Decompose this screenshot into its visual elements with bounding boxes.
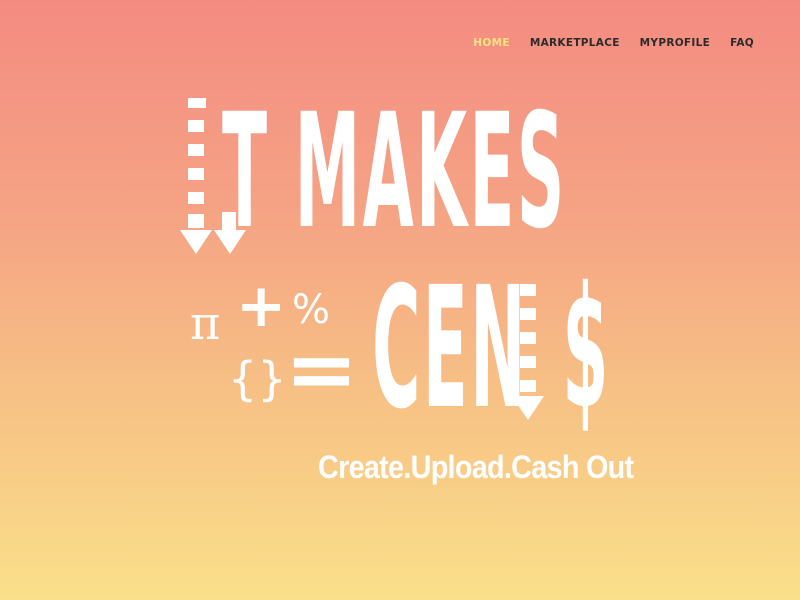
pi-symbol: π <box>190 296 221 350</box>
braces-symbol: {} <box>228 352 287 406</box>
hero-logo: T MAKES π + % {} = CEN $ Create.Upload.Ca… <box>0 0 800 600</box>
equals-symbol: = <box>284 323 359 416</box>
headline-cen: CEN <box>372 249 528 446</box>
dashed-i-left-icon <box>180 98 212 254</box>
headline-line-2: CEN $ <box>372 264 611 432</box>
tagline: Create.Upload.Cash Out <box>318 449 634 485</box>
dollar-symbol: $ <box>562 249 611 446</box>
headline-line-1: T MAKES <box>222 78 567 264</box>
plus-symbol: + <box>236 271 287 341</box>
